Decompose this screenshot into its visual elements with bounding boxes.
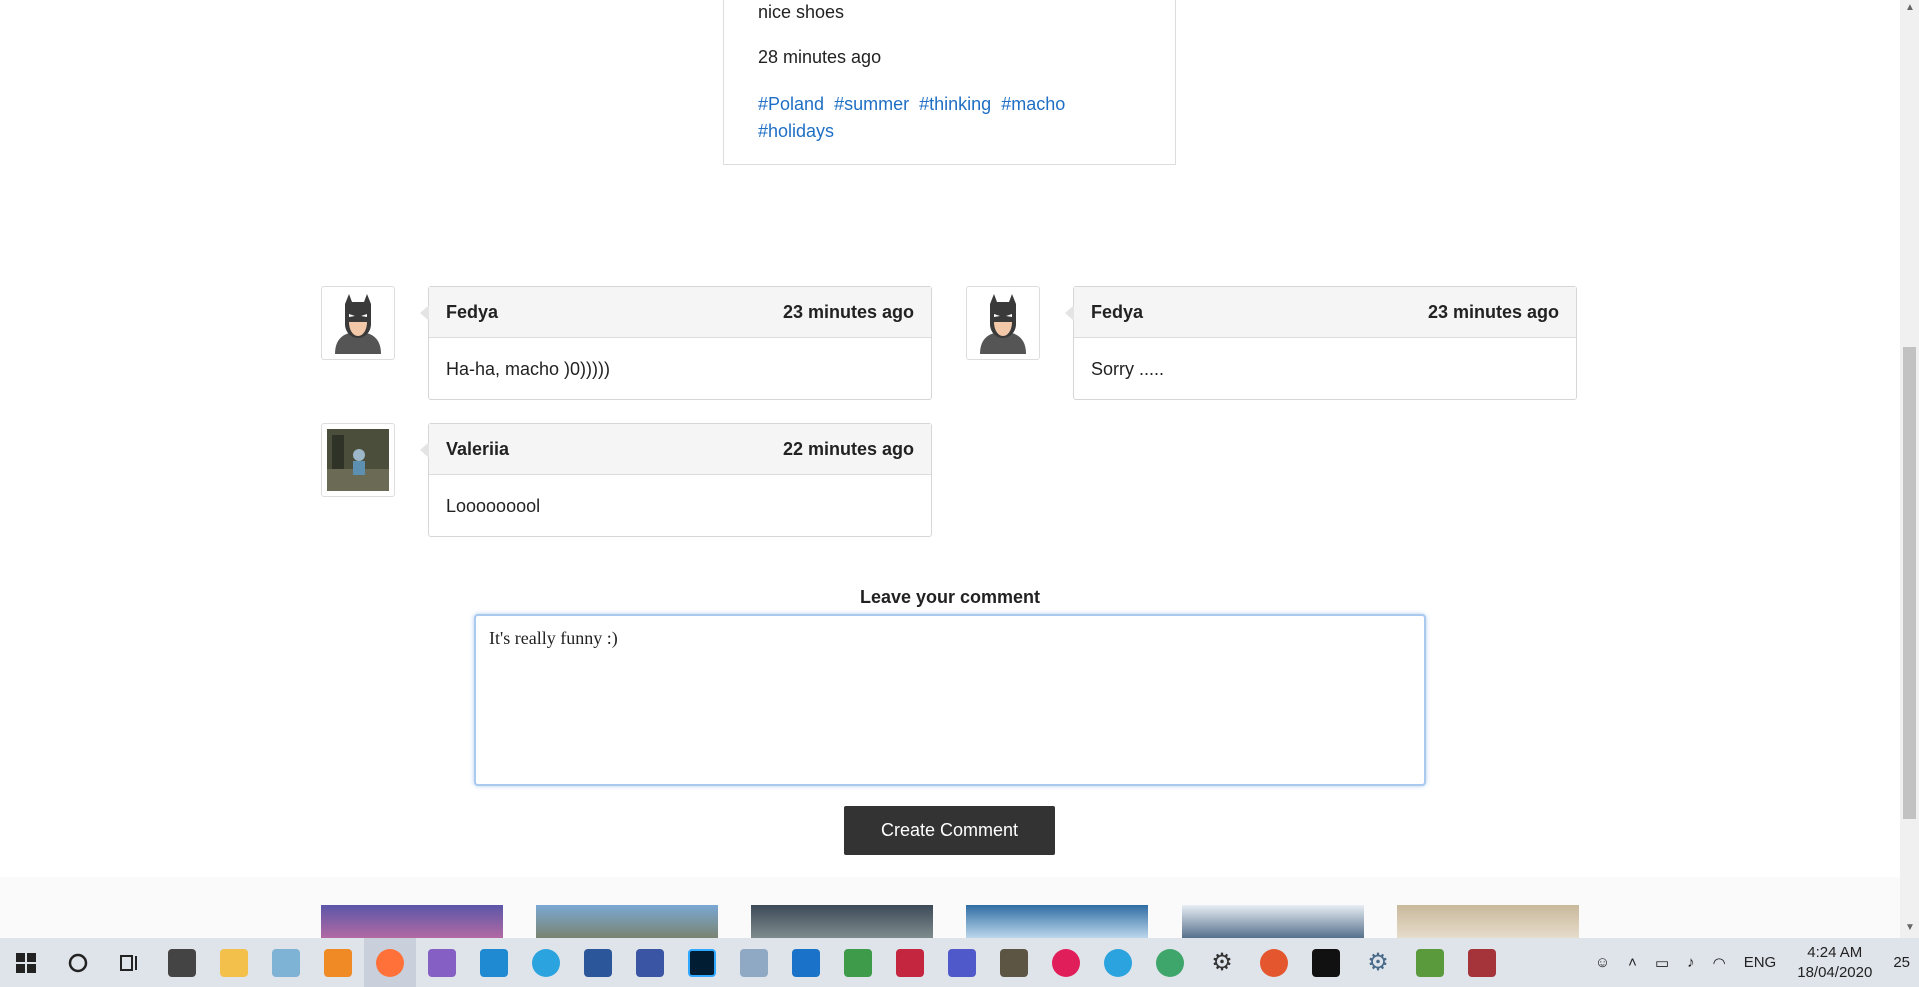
language-indicator[interactable]: ENG: [1735, 954, 1786, 971]
gallery-thumbnail[interactable]: [966, 905, 1148, 938]
comment-time: 23 minutes ago: [782, 301, 914, 322]
visual-studio-icon[interactable]: [416, 938, 468, 987]
comment-arrow: [420, 305, 429, 321]
post-tags: #Poland #summer #thinking #macho #holida…: [758, 91, 1138, 145]
settings-icon[interactable]: ⚙: [1196, 938, 1248, 987]
file-explorer-icon[interactable]: [208, 938, 260, 987]
firefox-icon[interactable]: [364, 938, 416, 987]
comment-time: 22 minutes ago: [782, 438, 914, 459]
post-caption: nice shoes: [758, 2, 845, 22]
post-time: 28 minutes ago: [758, 47, 882, 67]
comment-textarea[interactable]: It's really funny :): [474, 614, 1426, 786]
comment-arrow: [1065, 305, 1074, 321]
photo-avatar-icon: [327, 429, 389, 491]
scroll-up-icon[interactable]: ▲: [1905, 2, 1915, 13]
comment-arrow: [420, 442, 429, 458]
tag-link[interactable]: #summer: [834, 94, 909, 114]
telegram-icon[interactable]: [520, 938, 572, 987]
windows-start-icon[interactable]: [0, 938, 52, 987]
slack-icon[interactable]: [1040, 938, 1092, 987]
task-view-icon[interactable]: [104, 938, 156, 987]
clock[interactable]: 4:24 AM 18/04/2020: [1785, 943, 1884, 983]
image-viewer-icon[interactable]: [1404, 938, 1456, 987]
atom-icon[interactable]: [1144, 938, 1196, 987]
page: nice shoes 28 minutes ago #Poland #summe…: [0, 0, 1900, 938]
comment-card: Fedya 23 minutes ago Sorry .....: [1065, 286, 1577, 400]
comment-text: Sorry .....: [1091, 359, 1165, 379]
word-icon[interactable]: [572, 938, 624, 987]
create-comment-button[interactable]: Create Comment: [844, 806, 1055, 855]
comment-card: Valeriia 22 minutes ago Looooooool: [420, 423, 932, 537]
photoshop-icon[interactable]: [676, 938, 728, 987]
avatar: [321, 423, 395, 497]
gallery-thumbnail[interactable]: [536, 905, 718, 938]
media-player-icon[interactable]: [1456, 938, 1508, 987]
system-tray: ☺ ˄ ▭ ♪ ◠ ENG 4:24 AM 18/04/2020 25: [1586, 938, 1919, 987]
avatar: [966, 286, 1040, 360]
telegram-badge-icon[interactable]: [1092, 938, 1144, 987]
comment-author: Fedya: [1091, 301, 1144, 322]
batman-avatar-icon: [980, 294, 1026, 354]
vertical-scrollbar[interactable]: ▲ ▼: [1900, 0, 1919, 938]
sharepoint-icon[interactable]: [780, 938, 832, 987]
tag-link[interactable]: #macho: [1001, 94, 1065, 114]
scrollbar-thumb[interactable]: [1903, 347, 1916, 819]
paint-icon[interactable]: [728, 938, 780, 987]
terminal-icon[interactable]: [1300, 938, 1352, 987]
avatar: [321, 286, 395, 360]
comment-text: Looooooool: [446, 496, 541, 516]
comment-card: Fedya 23 minutes ago Ha-ha, macho )0))))…: [420, 286, 932, 400]
vscode-icon[interactable]: [468, 938, 520, 987]
uc-browser-icon[interactable]: [312, 938, 364, 987]
firefox-dev-icon[interactable]: [1248, 938, 1300, 987]
control-panel-icon[interactable]: ⚙: [1352, 938, 1404, 987]
comment-author: Valeriia: [446, 438, 510, 459]
volume-icon[interactable]: ♪: [1678, 954, 1704, 971]
scroll-down-icon[interactable]: ▼: [1905, 922, 1915, 933]
gallery-thumbnail[interactable]: [321, 905, 503, 938]
taskbar: ⚙ ⚙ ☺ ˄ ▭ ♪ ◠ ENG 4:24 AM 18/04/2020 25: [0, 938, 1919, 987]
footer-strip: [0, 877, 1900, 938]
comment-header: Fedya 23 minutes ago: [429, 287, 931, 338]
comment-text: Ha-ha, macho )0))))): [446, 359, 611, 379]
comment-header: Fedya 23 minutes ago: [1074, 287, 1576, 338]
clock-date: 18/04/2020: [1797, 963, 1873, 981]
wifi-icon[interactable]: ◠: [1704, 954, 1735, 972]
notification-count[interactable]: 25: [1884, 954, 1919, 971]
notepad-icon[interactable]: [260, 938, 312, 987]
post-card: nice shoes 28 minutes ago #Poland #summe…: [723, 0, 1176, 165]
search-icon[interactable]: [52, 938, 104, 987]
batman-avatar-icon: [335, 294, 381, 354]
visio-icon[interactable]: [624, 938, 676, 987]
gallery-thumbnail[interactable]: [751, 905, 933, 938]
people-icon[interactable]: ☺: [1586, 954, 1619, 971]
gallery-thumbnail[interactable]: [1182, 905, 1364, 938]
calculator-icon[interactable]: [156, 938, 208, 987]
gallery-thumbnail[interactable]: [1397, 905, 1579, 938]
comment-author: Fedya: [446, 301, 499, 322]
clock-time: 4:24 AM: [1807, 943, 1863, 961]
gimp-icon[interactable]: [988, 938, 1040, 987]
tag-link[interactable]: #thinking: [919, 94, 991, 114]
comment-time: 23 minutes ago: [1427, 301, 1559, 322]
battery-icon[interactable]: ▭: [1646, 954, 1678, 972]
comment-header: Valeriia 22 minutes ago: [429, 424, 931, 475]
tag-link[interactable]: #holidays: [758, 121, 834, 141]
leave-comment-title: Leave your comment: [859, 587, 1041, 607]
rubymine-icon[interactable]: [884, 938, 936, 987]
chevron-up-icon[interactable]: ˄: [1619, 954, 1646, 971]
excel-icon[interactable]: [832, 938, 884, 987]
teams-icon[interactable]: [936, 938, 988, 987]
tag-link[interactable]: #Poland: [758, 94, 824, 114]
